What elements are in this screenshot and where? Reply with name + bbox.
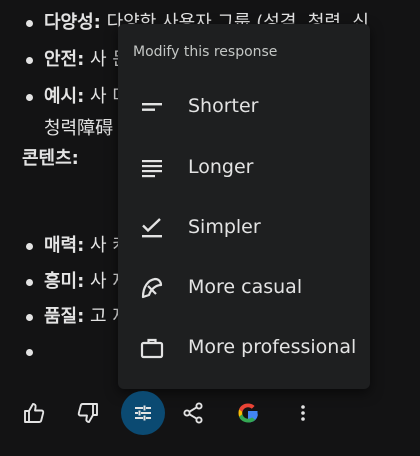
bullet-term: 품질: [44, 306, 85, 327]
bullet-term: 흥미: [44, 271, 85, 292]
modify-response-button[interactable] [121, 391, 165, 435]
tune-icon [135, 405, 151, 421]
casual-icon [141, 277, 163, 299]
thumbs-down-button[interactable] [66, 391, 110, 435]
menu-title: Modify this response [133, 44, 278, 60]
bullet-marker [26, 20, 33, 27]
share-icon [183, 402, 203, 424]
response-toolbar [0, 387, 420, 439]
bullet-marker [26, 94, 33, 101]
briefcase-icon [140, 338, 164, 359]
bullet-marker [26, 243, 33, 250]
more-vert-icon [301, 405, 305, 421]
simplify-icon [142, 218, 162, 238]
menu-item-label: Longer [188, 156, 254, 178]
bullet-marker [26, 314, 33, 321]
google-search-button[interactable] [226, 391, 270, 435]
menu-item-more-professional[interactable]: More professional [118, 319, 370, 377]
bullet-term: 예시: [44, 86, 85, 107]
menu-item-label: Shorter [188, 95, 259, 117]
menu-item-shorter[interactable]: Shorter [118, 78, 370, 136]
bullet-marker [26, 279, 33, 286]
short-text-icon [142, 103, 162, 111]
thumbs-up-button[interactable] [12, 391, 56, 435]
menu-item-more-casual[interactable]: More casual [118, 259, 370, 317]
menu-item-label: More casual [188, 276, 303, 298]
modify-response-menu: Modify this response Shorter Longer Simp… [118, 24, 370, 389]
thumbs-down-icon [77, 403, 98, 423]
bullet-marker [26, 57, 33, 64]
bullet-marker-empty [26, 349, 33, 356]
bullet-term: 매력: [44, 235, 85, 256]
share-button[interactable] [171, 391, 215, 435]
more-options-button[interactable] [281, 391, 325, 435]
long-text-icon [142, 160, 162, 178]
google-icon [238, 403, 258, 423]
bullet-term: 다양성: [44, 12, 101, 33]
menu-item-label: Simpler [188, 216, 261, 238]
menu-item-longer[interactable]: Longer [118, 139, 370, 197]
thumbs-up-icon [24, 403, 45, 423]
bullet-term: 안전: [44, 49, 85, 70]
section-heading: 콘텐츠: [22, 148, 79, 169]
menu-item-simpler[interactable]: Simpler [118, 199, 370, 257]
menu-item-label: More professional [188, 336, 357, 358]
